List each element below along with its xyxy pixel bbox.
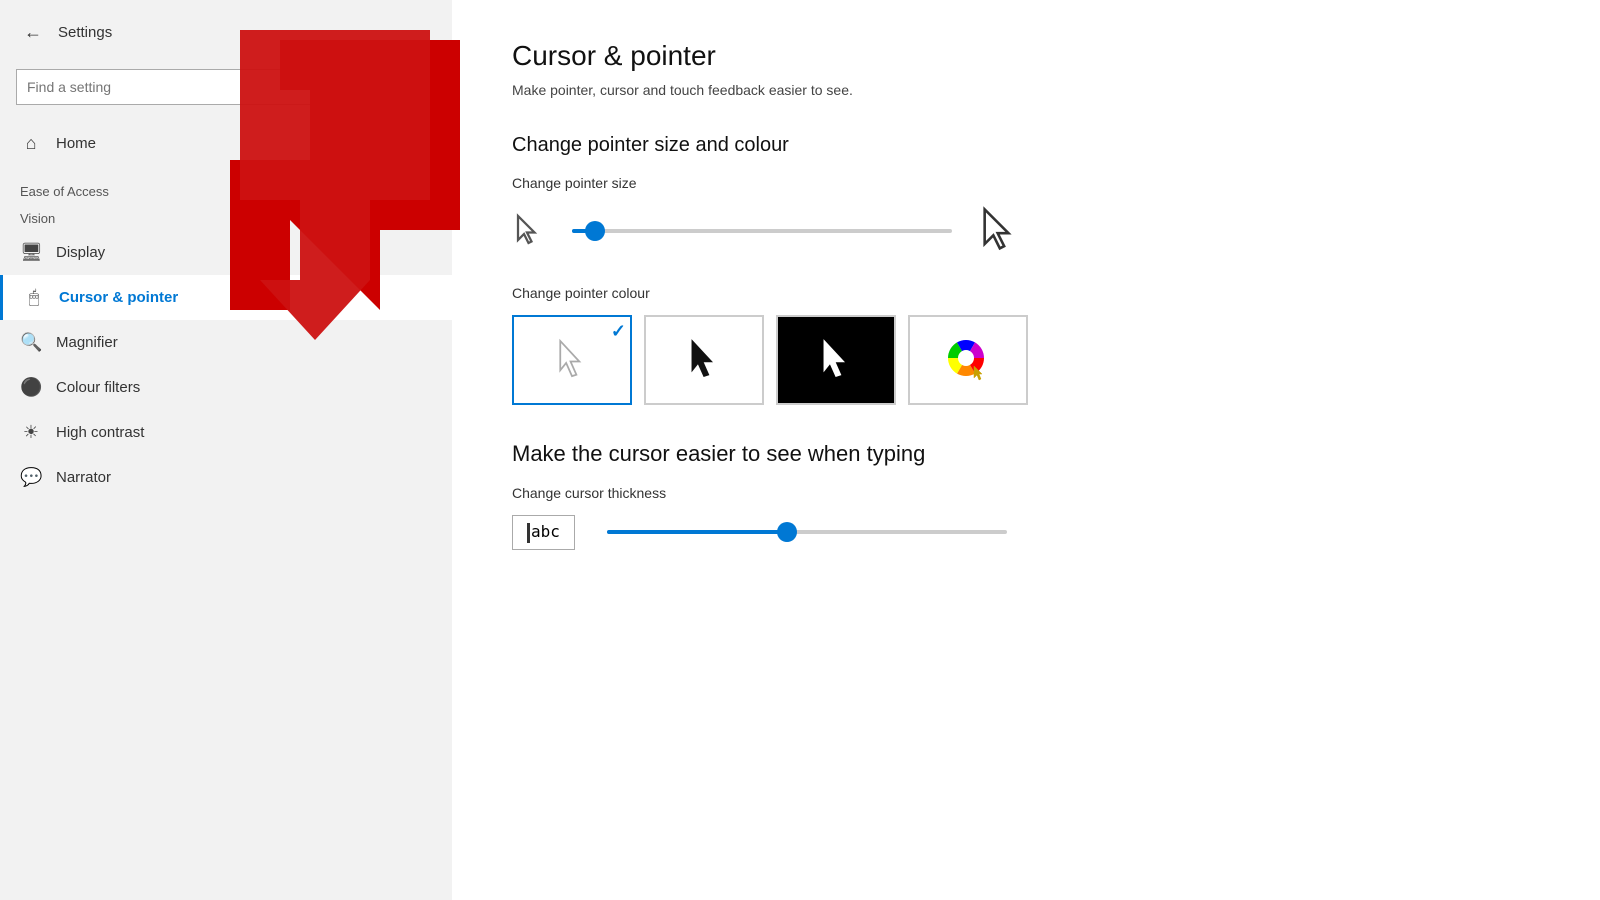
page-subtitle: Make pointer, cursor and touch feedback … [512, 82, 1540, 98]
pointer-colour-inverted[interactable] [776, 315, 896, 405]
sidebar-item-home[interactable]: ⌂ Home [0, 121, 452, 166]
pointer-colour-white[interactable]: ✓ [512, 315, 632, 405]
back-icon: ← [24, 22, 42, 42]
vision-section-label: Vision [0, 207, 452, 230]
cursor-icon: 🖱 [23, 287, 45, 308]
narrator-label: Narrator [56, 469, 111, 486]
page-title: Cursor & pointer [512, 40, 1540, 72]
sidebar-title: Settings [58, 24, 112, 41]
sidebar-item-colour-filters[interactable]: ⚫ Colour filters [0, 365, 452, 410]
high-contrast-label: High contrast [56, 424, 144, 441]
back-button[interactable]: ← [20, 18, 46, 47]
main-content: Cursor & pointer Make pointer, cursor an… [452, 0, 1600, 900]
pointer-size-track[interactable] [572, 229, 952, 233]
home-icon: ⌂ [20, 133, 42, 154]
cursor-thickness-thumb[interactable] [777, 522, 797, 542]
colour-wheel-icon [946, 338, 990, 382]
pointer-large-icon [976, 205, 1028, 257]
cursor-preview-text: abc [531, 522, 560, 541]
black-cursor-icon [686, 338, 722, 382]
sidebar-header: ← Settings [0, 0, 452, 65]
pointer-size-thumb[interactable] [585, 221, 605, 241]
pointer-colour-custom[interactable] [908, 315, 1028, 405]
magnifier-label: Magnifier [56, 334, 118, 351]
display-label: Display [56, 244, 105, 261]
pointer-small-icon [512, 213, 548, 249]
pointer-colour-label: Change pointer colour [512, 285, 1540, 301]
sidebar-item-cursor[interactable]: 🖱 Cursor & pointer [0, 275, 452, 320]
cursor-bar [527, 523, 530, 543]
sidebar: ← Settings 🔍 ⌂ Home Ease of Access Visio… [0, 0, 452, 900]
colour-filters-label: Colour filters [56, 379, 140, 396]
sidebar-item-high-contrast[interactable]: ☀ High contrast [0, 410, 452, 455]
cursor-thickness-label: Change cursor thickness [512, 485, 1540, 501]
ease-of-access-heading: Ease of Access [0, 166, 452, 207]
cursor-preview: abc [512, 515, 575, 550]
pointer-colour-black[interactable] [644, 315, 764, 405]
search-icon: 🔍 [405, 77, 425, 97]
pointer-size-slider-row [512, 205, 1540, 257]
search-box[interactable]: 🔍 [16, 69, 436, 105]
display-icon: 🖥 [20, 242, 42, 263]
white-cursor-icon [554, 338, 590, 382]
cursor-typing-heading: Make the cursor easier to see when typin… [512, 441, 1540, 467]
sidebar-item-display[interactable]: 🖥 Display [0, 230, 452, 275]
home-label: Home [56, 135, 96, 152]
cursor-label: Cursor & pointer [59, 289, 178, 306]
cursor-thickness-track[interactable] [607, 530, 1007, 534]
cursor-thickness-fill [607, 530, 787, 534]
cursor-thickness-row: abc [512, 515, 1540, 550]
high-contrast-icon: ☀ [20, 422, 42, 443]
pointer-size-colour-heading: Change pointer size and colour [512, 134, 1540, 157]
narrator-icon: 💬 [20, 467, 42, 488]
pointer-size-label: Change pointer size [512, 175, 1540, 191]
magnifier-icon: 🔍 [20, 332, 42, 353]
pointer-colour-options: ✓ [512, 315, 1540, 405]
sidebar-item-narrator[interactable]: 💬 Narrator [0, 455, 452, 500]
search-input[interactable] [27, 79, 405, 95]
inverted-cursor-icon [816, 338, 856, 382]
selected-checkmark: ✓ [611, 321, 626, 342]
sidebar-item-magnifier[interactable]: 🔍 Magnifier [0, 320, 452, 365]
colour-filters-icon: ⚫ [20, 377, 42, 398]
